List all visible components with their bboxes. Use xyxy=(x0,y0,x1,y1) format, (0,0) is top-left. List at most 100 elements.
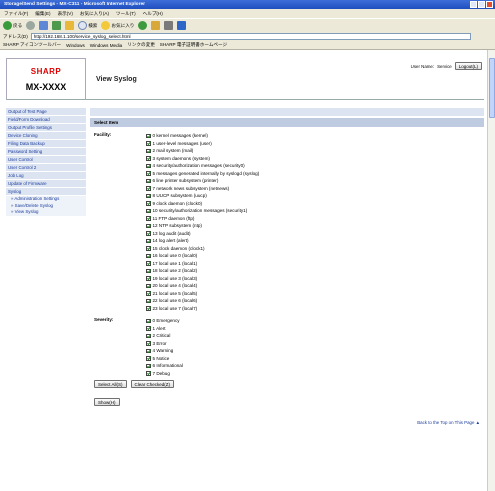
checkbox[interactable] xyxy=(146,268,151,273)
link-item[interactable]: Windows Media xyxy=(90,43,122,48)
checkbox[interactable] xyxy=(146,363,151,368)
checkbox[interactable] xyxy=(146,318,151,323)
facility-option[interactable]: 3 system daemons (system) xyxy=(146,155,259,163)
search-button[interactable]: 検索 xyxy=(78,21,97,30)
show-button[interactable]: Show(H) xyxy=(94,398,120,406)
sidebar-item-job-log[interactable]: Job Log xyxy=(6,172,86,180)
facility-option[interactable]: 4 security/authorization messages (secur… xyxy=(146,162,259,170)
facility-option[interactable]: 0 kernel messages (kernel) xyxy=(146,132,259,140)
favorites-button[interactable]: お気に入り xyxy=(101,21,134,30)
link-item[interactable]: リンクの変更 xyxy=(127,42,155,48)
facility-option[interactable]: 1 user-level messages (user) xyxy=(146,140,259,148)
facility-option[interactable]: 18 local use 2 (local2) xyxy=(146,267,259,275)
checkbox[interactable] xyxy=(146,326,151,331)
facility-option[interactable]: 7 network news subsystem (netnews) xyxy=(146,185,259,193)
checkbox[interactable] xyxy=(146,341,151,346)
sidebar-item-user-control-2[interactable]: User Control 2 xyxy=(6,164,86,172)
back-to-top-link[interactable]: Back to the Top on This Page ▲ xyxy=(417,420,480,425)
facility-option[interactable]: 22 local use 6 (local6) xyxy=(146,297,259,305)
menu-edit[interactable]: 編集(E) xyxy=(35,9,50,18)
edit-icon[interactable] xyxy=(177,21,187,30)
vertical-scrollbar[interactable] xyxy=(487,50,495,491)
stop-icon[interactable] xyxy=(39,21,49,30)
menu-favorites[interactable]: お気に入り(A) xyxy=(80,9,109,18)
checkbox[interactable] xyxy=(146,178,151,183)
checkbox[interactable] xyxy=(146,333,151,338)
facility-option[interactable]: 20 local use 4 (local4) xyxy=(146,282,259,290)
home-icon[interactable] xyxy=(65,21,75,30)
sidebar-item-filing-backup[interactable]: Filing Data Backup xyxy=(6,140,86,148)
menu-help[interactable]: ヘルプ(H) xyxy=(143,9,163,18)
checkbox[interactable] xyxy=(146,291,151,296)
checkbox[interactable] xyxy=(146,306,151,311)
menu-view[interactable]: 表示(V) xyxy=(58,9,73,18)
checkbox[interactable] xyxy=(146,201,151,206)
severity-option[interactable]: 7 Debug xyxy=(146,370,183,378)
logout-button[interactable]: Logout(L) xyxy=(454,62,482,70)
minimize-button[interactable] xyxy=(470,1,477,8)
checkbox[interactable] xyxy=(146,156,151,161)
mail-icon[interactable] xyxy=(151,21,161,30)
checkbox[interactable] xyxy=(146,253,151,258)
checkbox[interactable] xyxy=(146,223,151,228)
severity-option[interactable]: 3 Error xyxy=(146,340,183,348)
facility-option[interactable]: 2 mail system (mail) xyxy=(146,147,259,155)
checkbox[interactable] xyxy=(146,238,151,243)
facility-option[interactable]: 9 clock daemon (clock0) xyxy=(146,200,259,208)
sidebar-item-device-cloning[interactable]: Device Cloning xyxy=(6,132,86,140)
checkbox[interactable] xyxy=(146,298,151,303)
maximize-button[interactable] xyxy=(478,1,485,8)
facility-option[interactable]: 15 clock daemon (clock1) xyxy=(146,245,259,253)
facility-option[interactable]: 6 line printer subsystem (printer) xyxy=(146,177,259,185)
sidebar-item-field-form-download[interactable]: Field/Form Download xyxy=(6,116,86,124)
checkbox[interactable] xyxy=(146,133,151,138)
checkbox[interactable] xyxy=(146,163,151,168)
checkbox[interactable] xyxy=(146,356,151,361)
facility-option[interactable]: 8 UUCP subsystem (uucp) xyxy=(146,192,259,200)
clear-checked-button[interactable]: Clear Checked(Z) xyxy=(130,380,175,388)
print-icon[interactable] xyxy=(164,21,174,30)
address-input[interactable]: http://192.168.1.100/service_syslog_sele… xyxy=(30,33,471,40)
back-button[interactable]: 戻る xyxy=(3,21,22,30)
sidebar-item-syslog[interactable]: Syslog xyxy=(6,188,86,196)
sidebar-item-password[interactable]: Password Setting xyxy=(6,148,86,156)
select-all-button[interactable]: Select All(S) xyxy=(94,380,127,388)
facility-option[interactable]: 23 local use 7 (local7) xyxy=(146,305,259,313)
checkbox[interactable] xyxy=(146,371,151,376)
severity-option[interactable]: 5 Notice xyxy=(146,355,183,363)
facility-option[interactable]: 10 security/authorization messages (secu… xyxy=(146,207,259,215)
severity-option[interactable]: 6 Informational xyxy=(146,362,183,370)
facility-option[interactable]: 21 local use 5 (local5) xyxy=(146,290,259,298)
sidebar-subitem-view-syslog[interactable]: » View Syslog xyxy=(6,209,86,216)
checkbox[interactable] xyxy=(146,231,151,236)
severity-option[interactable]: 1 Alert xyxy=(146,325,183,333)
refresh-icon[interactable] xyxy=(52,21,62,30)
close-button[interactable] xyxy=(486,1,493,8)
sidebar-item-output-profile[interactable]: Output Profile Settings xyxy=(6,124,86,132)
facility-option[interactable]: 14 log alert (alert) xyxy=(146,237,259,245)
facility-option[interactable]: 11 FTP daemon (ftp) xyxy=(146,215,259,223)
checkbox[interactable] xyxy=(146,261,151,266)
severity-option[interactable]: 0 Emergency xyxy=(146,317,183,325)
checkbox[interactable] xyxy=(146,171,151,176)
link-item[interactable]: SHARP アイコンツールバー xyxy=(3,42,61,48)
checkbox[interactable] xyxy=(146,216,151,221)
checkbox[interactable] xyxy=(146,186,151,191)
link-item[interactable]: SHARP 電子証明書ホームページ xyxy=(160,42,227,48)
checkbox[interactable] xyxy=(146,246,151,251)
forward-arrow-icon[interactable] xyxy=(26,21,36,30)
checkbox[interactable] xyxy=(146,276,151,281)
facility-option[interactable]: 16 local use 0 (local0) xyxy=(146,252,259,260)
facility-option[interactable]: 12 NTP subsystem (ntp) xyxy=(146,222,259,230)
checkbox[interactable] xyxy=(146,193,151,198)
severity-option[interactable]: 2 Critical xyxy=(146,332,183,340)
menu-tools[interactable]: ツール(T) xyxy=(116,9,136,18)
facility-option[interactable]: 17 local use 1 (local1) xyxy=(146,260,259,268)
sidebar-item-test-page[interactable]: Output of Test Page xyxy=(6,108,86,116)
facility-option[interactable]: 13 log audit (audit) xyxy=(146,230,259,238)
checkbox[interactable] xyxy=(146,148,151,153)
sidebar-item-firmware[interactable]: Update of Firmware xyxy=(6,180,86,188)
checkbox[interactable] xyxy=(146,283,151,288)
checkbox[interactable] xyxy=(146,208,151,213)
menu-file[interactable]: ファイル(F) xyxy=(4,9,28,18)
